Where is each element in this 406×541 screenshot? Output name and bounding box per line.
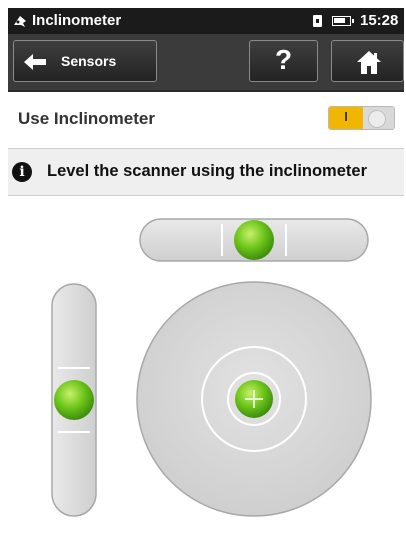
info-banner: i Level the scanner using the inclinomet… xyxy=(8,148,404,196)
vertical-level xyxy=(51,283,97,517)
horizontal-bubble xyxy=(234,220,274,260)
use-inclinometer-toggle[interactable]: I xyxy=(328,106,395,130)
circular-level xyxy=(136,281,372,517)
inclinometer-svg xyxy=(51,218,372,517)
toggle-knob xyxy=(368,110,386,128)
app-icon xyxy=(14,16,26,27)
toggle-on-text: I xyxy=(344,109,348,124)
status-bar: Inclinometer 15:28 xyxy=(8,8,404,34)
arrow-left-icon xyxy=(24,54,46,70)
app-frame: Inclinometer 15:28 Sensors ? Use Inclino… xyxy=(8,8,404,541)
horizontal-level xyxy=(139,218,369,262)
back-button-label: Sensors xyxy=(61,53,117,69)
use-inclinometer-label: Use Inclinometer xyxy=(18,109,155,128)
help-icon: ? xyxy=(274,44,293,75)
status-time: 15:28 xyxy=(360,12,399,29)
info-message: Level the scanner using the inclinometer xyxy=(47,162,368,180)
info-icon: i xyxy=(12,162,32,182)
help-button[interactable]: ? xyxy=(249,40,318,82)
inclinometer-area xyxy=(8,196,404,541)
home-button[interactable] xyxy=(331,40,404,82)
sim-icon xyxy=(313,15,322,27)
back-button[interactable]: Sensors xyxy=(13,40,157,82)
status-app-title: Inclinometer xyxy=(32,12,122,29)
vertical-bubble xyxy=(54,380,94,420)
use-inclinometer-row: Use Inclinometer I xyxy=(8,92,404,146)
home-icon xyxy=(357,51,381,74)
nav-bar: Sensors ? xyxy=(8,34,404,92)
toggle-on-segment: I xyxy=(329,107,363,129)
battery-icon xyxy=(332,16,354,26)
